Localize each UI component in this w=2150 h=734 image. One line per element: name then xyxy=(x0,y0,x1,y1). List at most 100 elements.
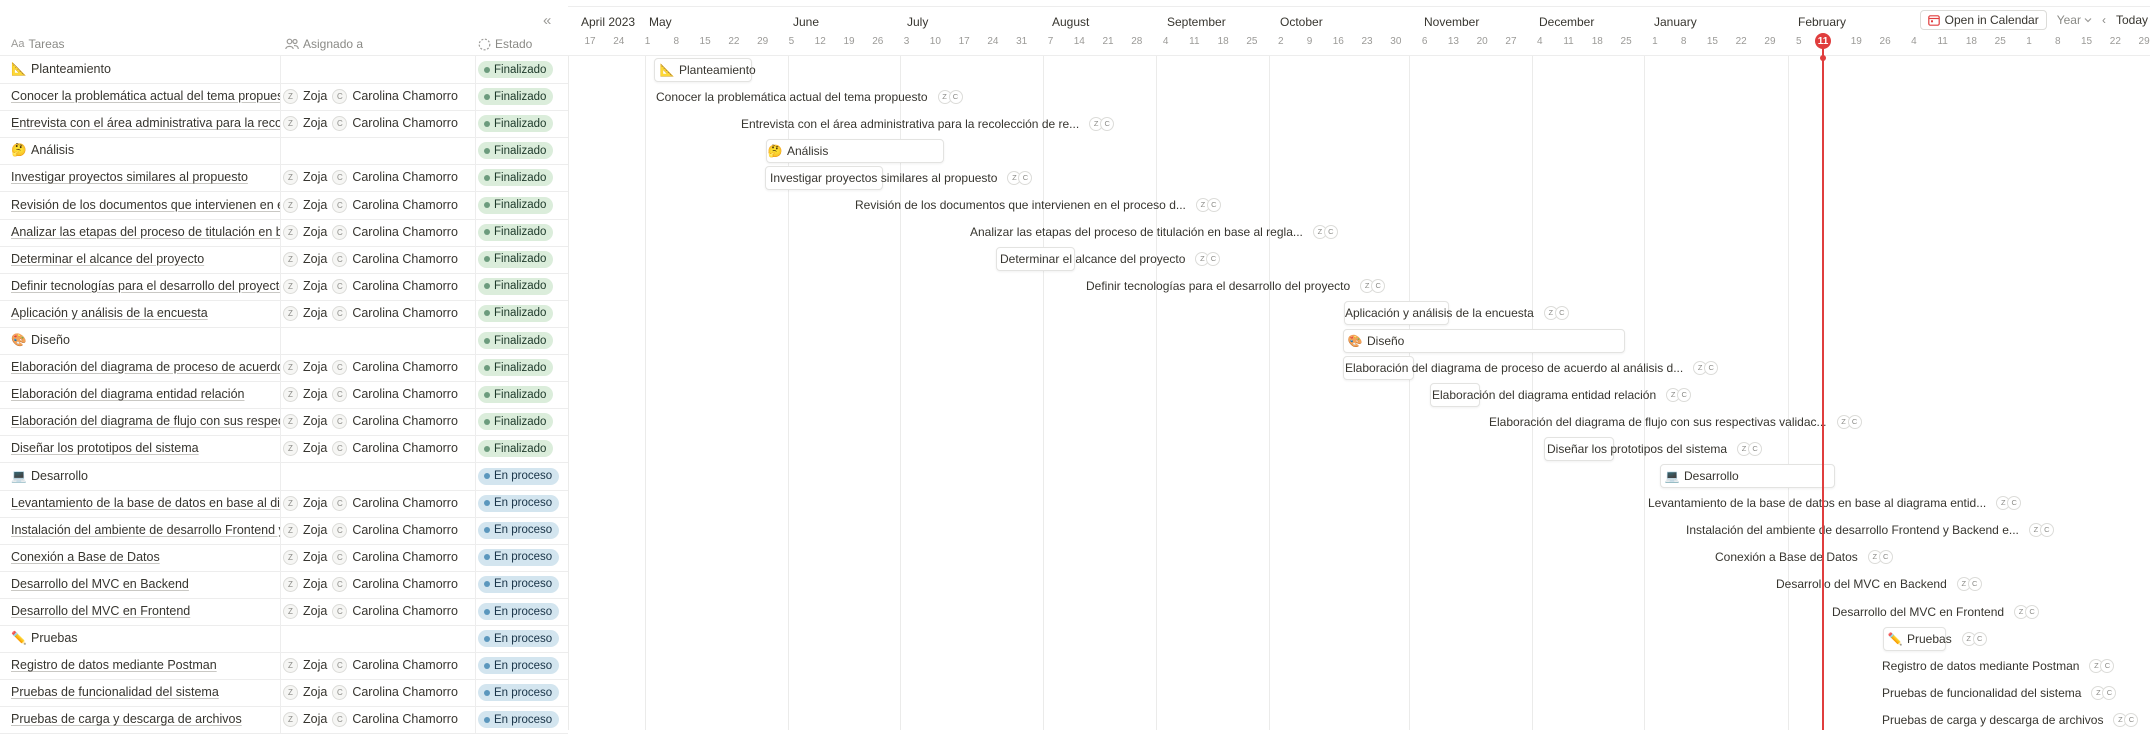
assignees-cell[interactable] xyxy=(283,327,473,354)
status-cell[interactable]: En proceso xyxy=(478,467,560,485)
column-header-status[interactable]: Estado xyxy=(478,37,532,51)
collapse-table-button[interactable]: « xyxy=(543,12,552,29)
timeline-item-label[interactable]: Elaboración del diagrama entidad relació… xyxy=(1432,383,1692,407)
assignees-cell[interactable]: Z Zoja C Carolina Chamorro xyxy=(283,706,473,733)
timeline-item-label[interactable]: 🎨 Diseño xyxy=(1347,329,1405,353)
assignees-cell[interactable]: Z Zoja C Carolina Chamorro xyxy=(283,490,473,517)
table-row[interactable]: Elaboración del diagrama de flujo con su… xyxy=(0,408,568,437)
status-cell[interactable]: Finalizado xyxy=(478,386,554,404)
assignees-cell[interactable]: Z Zoja C Carolina Chamorro xyxy=(283,544,473,571)
timeline-item-label[interactable]: Determinar el alcance del proyecto Z C xyxy=(1000,247,1221,271)
task-name-cell[interactable]: Aplicación y análisis de la encuesta xyxy=(11,300,281,327)
status-cell[interactable]: En proceso xyxy=(478,684,560,702)
status-cell[interactable]: En proceso xyxy=(478,630,560,648)
status-cell[interactable]: En proceso xyxy=(478,494,560,512)
status-cell[interactable]: Finalizado xyxy=(478,88,554,106)
table-row[interactable]: Elaboración del diagrama de proceso de a… xyxy=(0,354,568,383)
task-name-cell[interactable]: Revisión de los documentos que intervien… xyxy=(11,192,281,219)
table-row[interactable]: Elaboración del diagrama entidad relació… xyxy=(0,381,568,410)
timeline-item-label[interactable]: 💻 Desarrollo xyxy=(1664,464,1739,488)
assignees-cell[interactable]: Z Zoja C Carolina Chamorro xyxy=(283,164,473,191)
timeline-item-label[interactable]: Pruebas de funcionalidad del sistema Z C xyxy=(1882,681,2117,705)
table-row[interactable]: Desarrollo del MVC en Frontend Z Zoja C Caro… xyxy=(0,598,568,626)
table-row[interactable]: Diseñar los prototipos del sistema Z Zoja C… xyxy=(0,435,568,464)
assignees-cell[interactable]: Z Zoja C Carolina Chamorro xyxy=(283,246,473,273)
table-row[interactable]: Conocer la problemática actual del tema … xyxy=(0,83,568,112)
task-name-cell[interactable]: Desarrollo del MVC en Frontend xyxy=(11,598,281,625)
status-cell[interactable]: En proceso xyxy=(478,657,560,675)
status-cell[interactable]: Finalizado xyxy=(478,250,554,268)
timeline-item-label[interactable]: Conexión a Base de Datos Z C xyxy=(1715,545,1893,569)
assignees-cell[interactable]: Z Zoja C Carolina Chamorro xyxy=(283,83,473,110)
timeline-item-label[interactable]: Levantamiento de la base de datos en bas… xyxy=(1648,491,2022,515)
timeline-item-label[interactable]: 🤔 Análisis xyxy=(767,139,829,163)
assignees-cell[interactable] xyxy=(283,625,473,652)
task-name-cell[interactable]: Diseñar los prototipos del sistema xyxy=(11,435,281,462)
task-name-cell[interactable]: 📐 Planteamiento xyxy=(11,56,281,83)
assignees-cell[interactable]: Z Zoja C Carolina Chamorro xyxy=(283,300,473,327)
assignees-cell[interactable] xyxy=(283,56,473,83)
table-row[interactable]: Analizar las etapas del proceso de titul… xyxy=(0,218,568,247)
task-name-cell[interactable]: Determinar el alcance del proyecto xyxy=(11,246,281,273)
table-row[interactable]: Entrevista con el área administrativa pa… xyxy=(0,110,568,139)
assignees-cell[interactable]: Z Zoja C Carolina Chamorro xyxy=(283,679,473,706)
timeline-item-label[interactable]: Aplicación y análisis de la encuesta Z C xyxy=(1345,301,1569,325)
status-cell[interactable]: En proceso xyxy=(478,575,560,593)
table-row[interactable]: Pruebas de funcionalidad del sistema Z Zoj… xyxy=(0,679,568,708)
timeline-item-label[interactable]: Desarrollo del MVC en Backend Z C xyxy=(1776,572,1982,596)
status-cell[interactable]: Finalizado xyxy=(478,61,554,78)
timeline-item-label[interactable]: Instalación del ambiente de desarrollo F… xyxy=(1686,518,2054,542)
timeline-item-label[interactable]: Elaboración del diagrama de proceso de a… xyxy=(1345,356,1719,380)
timeline-item-label[interactable]: Entrevista con el área administrativa pa… xyxy=(741,112,1115,136)
timeline-item-label[interactable]: Conocer la problemática actual del tema … xyxy=(656,85,963,109)
task-name-cell[interactable]: Conocer la problemática actual del tema … xyxy=(11,83,281,110)
assignees-cell[interactable]: Z Zoja C Carolina Chamorro xyxy=(283,571,473,598)
column-header-assigned[interactable]: Asignado a xyxy=(285,37,363,51)
task-name-cell[interactable]: Pruebas de funcionalidad del sistema xyxy=(11,679,281,706)
task-name-cell[interactable]: Pruebas de carga y descarga de archivos xyxy=(11,706,281,733)
task-name-cell[interactable]: Elaboración del diagrama de flujo con su… xyxy=(11,408,281,435)
task-name-cell[interactable]: Conexión a Base de Datos xyxy=(11,544,281,571)
task-name-cell[interactable]: 🤔 Análisis xyxy=(11,137,281,164)
status-cell[interactable]: Finalizado xyxy=(478,142,554,160)
table-row[interactable]: Levantamiento de la base de datos en bas… xyxy=(0,489,568,518)
status-cell[interactable]: En proceso xyxy=(478,548,560,566)
today-button[interactable]: Today xyxy=(2116,13,2148,27)
status-cell[interactable]: En proceso xyxy=(478,603,560,620)
assignees-cell[interactable]: Z Zoja C Carolina Chamorro xyxy=(283,110,473,137)
status-cell[interactable]: Finalizado xyxy=(478,359,554,377)
table-row[interactable]: Revisión de los documentos que intervien… xyxy=(0,191,568,220)
timeline-item-label[interactable]: Registro de datos mediante Postman Z C xyxy=(1882,654,2115,678)
timeline-item-label[interactable]: Diseñar los prototipos del sistema Z C xyxy=(1547,437,1763,461)
assignees-cell[interactable] xyxy=(283,137,473,164)
assignees-cell[interactable]: Z Zoja C Carolina Chamorro xyxy=(283,219,473,246)
status-cell[interactable]: Finalizado xyxy=(478,169,554,187)
timeline-item-label[interactable]: ✏️ Pruebas Z C xyxy=(1887,627,1987,651)
assignees-cell[interactable]: Z Zoja C Carolina Chamorro xyxy=(283,435,473,462)
status-cell[interactable]: Finalizado xyxy=(478,332,554,349)
task-name-cell[interactable]: Instalación del ambiente de desarrollo F… xyxy=(11,517,281,544)
timeline-item-label[interactable]: Pruebas de carga y descarga de archivos Z… xyxy=(1882,708,2139,732)
timeline-item-label[interactable]: 📐 Planteamiento xyxy=(659,58,756,82)
table-row[interactable]: Aplicación y análisis de la encuesta Z Zoj… xyxy=(0,299,568,328)
table-row[interactable]: Conexión a Base de Datos Z Zoja C Carolina C… xyxy=(0,543,568,572)
table-row[interactable]: ✏️ Pruebas En proceso xyxy=(0,625,568,654)
table-row[interactable]: Determinar el alcance del proyecto Z Zoja C… xyxy=(0,245,568,274)
assignees-cell[interactable]: Z Zoja C Carolina Chamorro xyxy=(283,598,473,625)
table-row[interactable]: Investigar proyectos similares al propue… xyxy=(0,164,568,193)
timeline-item-label[interactable]: Analizar las etapas del proceso de titul… xyxy=(970,220,1338,244)
table-row[interactable]: Desarrollo del MVC en Backend Z Zoja C Carol… xyxy=(0,570,568,599)
task-name-cell[interactable]: 🎨 Diseño xyxy=(11,327,281,354)
table-row[interactable]: 📐 Planteamiento Finalizado xyxy=(0,56,568,84)
status-cell[interactable]: Finalizado xyxy=(478,223,554,241)
status-cell[interactable]: Finalizado xyxy=(478,304,554,322)
task-name-cell[interactable]: ✏️ Pruebas xyxy=(11,625,281,652)
assignees-cell[interactable]: Z Zoja C Carolina Chamorro xyxy=(283,408,473,435)
status-cell[interactable]: Finalizado xyxy=(478,277,554,295)
table-row[interactable]: Instalación del ambiente de desarrollo F… xyxy=(0,516,568,545)
task-name-cell[interactable]: Registro de datos mediante Postman xyxy=(11,652,281,679)
timeline-item-label[interactable]: Definir tecnologías para el desarrollo d… xyxy=(1086,274,1386,298)
assignees-cell[interactable]: Z Zoja C Carolina Chamorro xyxy=(283,517,473,544)
task-name-cell[interactable]: Analizar las etapas del proceso de titul… xyxy=(11,219,281,246)
status-cell[interactable]: En proceso xyxy=(478,711,560,729)
